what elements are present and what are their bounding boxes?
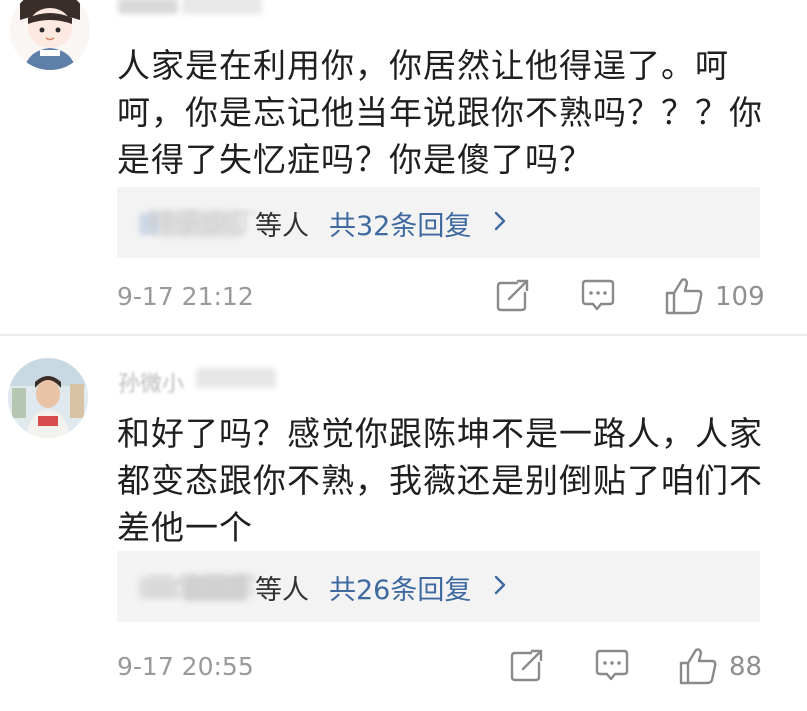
comment-item: 人家是在利用你，你居然让他得逞了。呵呵，你是忘记他当年说跟你不熟吗？？？你是得了…	[0, 0, 807, 335]
chevron-right-icon	[494, 211, 506, 231]
comment-text: 人家是在利用你，你居然让他得逞了。呵呵，你是忘记他当年说跟你不熟吗？？？你是得了…	[117, 46, 763, 179]
comment-time: 9-17 21:12	[117, 282, 254, 311]
comment-icon	[581, 279, 615, 311]
like-button[interactable]: 109	[663, 275, 793, 317]
reply-names-suffix: 等人	[255, 211, 309, 242]
blurred-name-block	[182, 0, 262, 14]
comment-time: 9-17 20:55	[117, 652, 254, 681]
share-button[interactable]	[493, 277, 533, 315]
share-icon	[510, 649, 543, 682]
replies-preview[interactable]: 三分三常 等人 共26条回复	[117, 551, 760, 622]
reply-names-suffix: 等人	[255, 575, 309, 606]
username-blurred[interactable]: 孙微小	[118, 366, 278, 397]
thumbs-up-icon	[679, 648, 717, 685]
reply-button[interactable]	[578, 277, 618, 315]
blurred-name-block	[118, 0, 178, 14]
reply-count-link[interactable]: 共32条回复	[329, 204, 471, 243]
comment-meta: 9-17 20:55 88	[0, 643, 807, 689]
reply-names-text: 胖子少丁	[147, 208, 260, 238]
share-icon	[496, 279, 529, 312]
reply-count-link[interactable]: 共26条回复	[329, 568, 471, 607]
chevron-right-icon	[494, 575, 506, 595]
comment-text: 和好了吗？感觉你跟陈坤不是一路人，人家都变态跟你不熟，我薇还是别倒贴了咱们不差他…	[117, 414, 763, 547]
avatar-cartoon-girl-image	[10, 0, 90, 70]
replies-preview[interactable]: 胖子少丁 等人 共32条回复	[117, 187, 760, 258]
like-count: 109	[715, 282, 765, 312]
like-count: 88	[729, 652, 763, 682]
avatar-photo-image	[8, 358, 88, 438]
like-button[interactable]: 88	[677, 645, 797, 687]
username-blurred[interactable]	[118, 0, 268, 18]
share-button[interactable]	[507, 647, 547, 685]
avatar[interactable]	[10, 0, 90, 70]
comment-item: 孙微小 和好了吗？感觉你跟陈坤不是一路人，人家都变态跟你不熟，我薇还是别倒贴了咱…	[0, 336, 807, 711]
reply-names-text: 三分三常	[147, 572, 260, 602]
blurred-name-block	[196, 368, 276, 388]
thumbs-up-icon	[665, 278, 703, 315]
username-fragment: 孙微小	[118, 372, 185, 397]
comment-icon	[595, 649, 629, 681]
avatar[interactable]	[8, 358, 88, 438]
comment-meta: 9-17 21:12 109	[0, 273, 807, 319]
reply-button[interactable]	[592, 647, 632, 685]
